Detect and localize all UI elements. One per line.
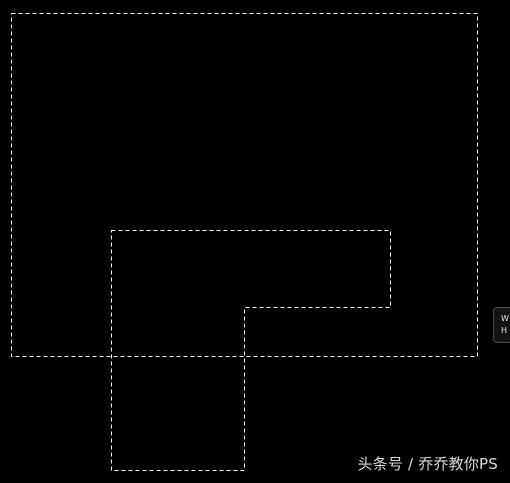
rectangle-selection-marquee: [11, 13, 478, 357]
l-shaped-selection-marquee: [111, 230, 391, 471]
height-label: H: [501, 326, 508, 335]
watermark: 头条号 / 乔乔教你PS: [357, 455, 498, 473]
width-label: W: [501, 314, 509, 323]
transform-info-panel: W H: [493, 307, 510, 343]
document-canvas[interactable]: [0, 0, 510, 483]
selection-overlay: [11, 13, 478, 471]
